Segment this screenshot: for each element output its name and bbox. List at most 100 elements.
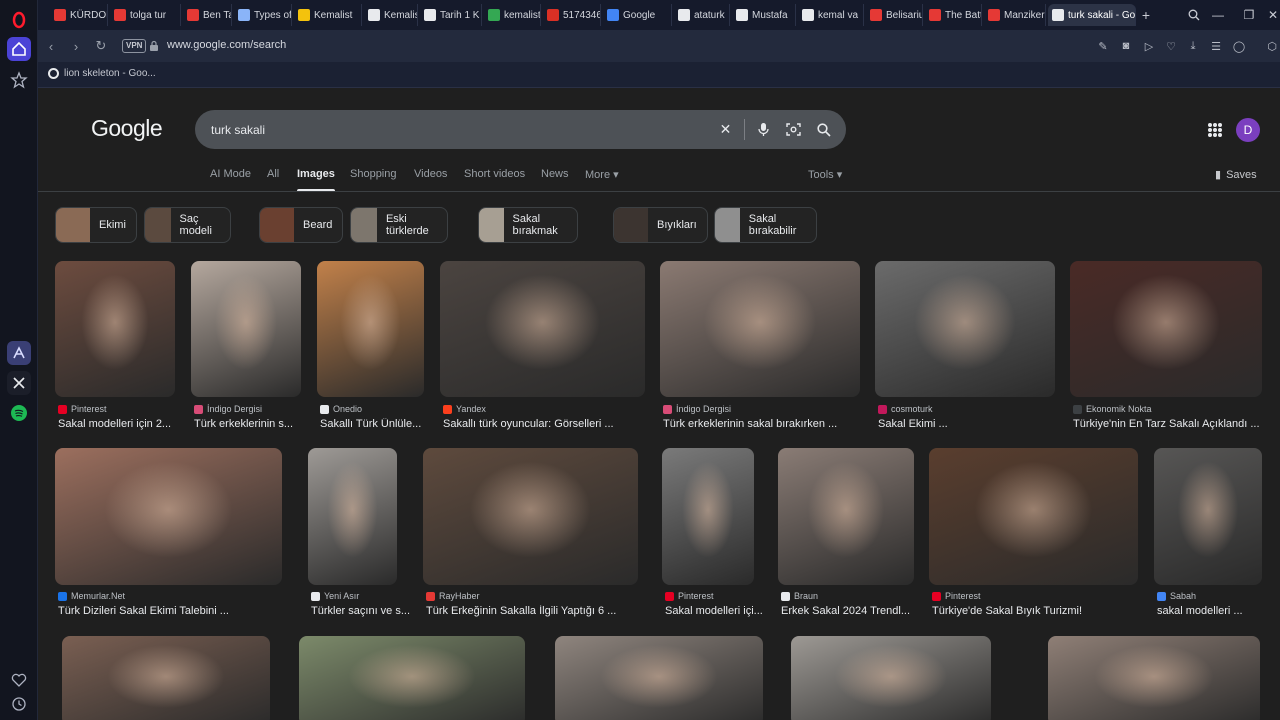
result-caption[interactable]: Türk Dizileri Sakal Ekimi Talebini ...	[58, 605, 285, 617]
star-icon[interactable]	[7, 68, 31, 92]
image-result[interactable]	[440, 261, 645, 397]
related-search-chip[interactable]: Saç modeli	[144, 207, 232, 243]
result-caption[interactable]: Türk Erkeğinin Sakalla İlgili Yaptığı 6 …	[426, 605, 641, 617]
image-result[interactable]	[778, 448, 914, 585]
result-source[interactable]: Onedio	[320, 404, 362, 414]
microphone-icon[interactable]	[755, 121, 772, 138]
related-search-chip[interactable]: Beard	[259, 207, 344, 243]
image-result[interactable]	[62, 636, 270, 720]
browser-tab[interactable]: kemalist	[484, 4, 541, 26]
image-result[interactable]	[555, 636, 763, 720]
spotify-icon[interactable]	[7, 401, 31, 425]
result-source[interactable]: Yandex	[443, 404, 486, 414]
result-caption[interactable]: Türk erkeklerinin sakal bırakırken ...	[663, 418, 863, 430]
related-search-chip[interactable]: Eski türklerde	[350, 207, 448, 243]
browser-tab[interactable]: Manziker	[984, 4, 1046, 26]
search-icon[interactable]	[815, 121, 832, 138]
result-source[interactable]: Memurlar.Net	[58, 591, 125, 601]
filter-tab[interactable]: Videos	[414, 168, 447, 180]
lock-icon[interactable]	[146, 38, 162, 54]
image-result[interactable]	[662, 448, 754, 585]
lens-icon[interactable]	[785, 121, 802, 138]
result-source[interactable]: Pinterest	[665, 591, 714, 601]
browser-tab[interactable]: Kemalist	[294, 4, 362, 26]
related-search-chip[interactable]: Bıyıkları	[613, 207, 708, 243]
send-icon[interactable]: ▷	[1142, 39, 1156, 53]
search-input[interactable]: turk sakali	[211, 123, 265, 137]
minimize-button[interactable]: —	[1209, 6, 1227, 24]
close-window-button[interactable]: ✕	[1264, 6, 1280, 24]
browser-tab[interactable]: 5174346	[543, 4, 601, 26]
result-caption[interactable]: Sakal modelleri için 2...	[58, 418, 178, 430]
browser-tab[interactable]: kemal va	[798, 4, 864, 26]
result-source[interactable]: Braun	[781, 591, 818, 601]
url-field[interactable]: www.google.com/search	[167, 39, 286, 51]
result-caption[interactable]: Türkler saçını ve s...	[311, 605, 431, 617]
browser-tab[interactable]: tolga tur	[110, 4, 181, 26]
back-icon[interactable]: ‹	[43, 38, 59, 54]
tools-button[interactable]: Tools ▾	[808, 168, 842, 181]
image-result[interactable]	[1070, 261, 1262, 397]
browser-tab[interactable]: Mustafa	[732, 4, 796, 26]
filter-tab[interactable]: More ▾	[585, 168, 619, 181]
image-result[interactable]	[55, 261, 175, 397]
filter-tab[interactable]: Images	[297, 168, 335, 192]
home-icon[interactable]	[7, 37, 31, 61]
browser-tab[interactable]: Tarih 1 K	[420, 4, 482, 26]
heart-icon[interactable]	[7, 668, 31, 692]
aria-icon[interactable]	[7, 341, 31, 365]
result-caption[interactable]: Erkek Sakal 2024 Trendl...	[781, 605, 917, 617]
browser-tab[interactable]: Belisariu	[866, 4, 923, 26]
image-result[interactable]	[191, 261, 301, 397]
opera-logo-icon[interactable]	[7, 8, 31, 32]
profile-icon[interactable]: ◯	[1232, 39, 1246, 53]
image-result[interactable]	[1154, 448, 1262, 585]
result-source[interactable]: Pinterest	[932, 591, 981, 601]
result-source[interactable]: Sabah	[1157, 591, 1196, 601]
result-source[interactable]: RayHaber	[426, 591, 480, 601]
extensions-icon[interactable]: ⬡	[1265, 39, 1279, 53]
result-caption[interactable]: Sakallı Türk Ünlüle...	[320, 418, 440, 430]
filter-tab[interactable]: Short videos	[464, 168, 525, 180]
camera-icon[interactable]: ◙	[1119, 39, 1133, 53]
filter-tab[interactable]: All	[267, 168, 279, 180]
browser-tab[interactable]: The Batt	[925, 4, 982, 26]
bookmark-heart-icon[interactable]: ♡	[1164, 39, 1178, 53]
result-caption[interactable]: Türk erkeklerinin s...	[194, 418, 314, 430]
related-search-chip[interactable]: Sakal bırakmak	[478, 207, 579, 243]
image-result[interactable]	[308, 448, 397, 585]
related-search-chip[interactable]: Sakal bırakabilir	[714, 207, 817, 243]
clear-icon[interactable]: ✕	[717, 121, 734, 138]
image-result[interactable]	[791, 636, 991, 720]
filter-tab[interactable]: Shopping	[350, 168, 397, 180]
result-caption[interactable]: Türkiye'de Sakal Bıyık Turizmi!	[932, 605, 1141, 617]
bookmark-item[interactable]: lion skeleton - Goo...	[48, 68, 156, 79]
history-icon[interactable]	[7, 692, 31, 716]
image-result[interactable]	[660, 261, 860, 397]
result-source[interactable]: İndigo Dergisi	[194, 404, 262, 414]
google-logo[interactable]: Google	[91, 115, 163, 142]
image-result[interactable]	[423, 448, 638, 585]
browser-tab[interactable]: KÜRDOF	[50, 4, 108, 26]
browser-tab[interactable]: ataturk	[674, 4, 730, 26]
download-icon[interactable]: ⤓	[1186, 39, 1200, 53]
avatar[interactable]: D	[1236, 118, 1260, 142]
result-caption[interactable]: Sakal Ekimi ...	[878, 418, 1058, 430]
image-result[interactable]	[55, 448, 282, 585]
related-search-chip[interactable]: Ekimi	[55, 207, 137, 243]
result-source[interactable]: Pinterest	[58, 404, 107, 414]
image-result[interactable]	[875, 261, 1055, 397]
search-box[interactable]: turk sakali ✕	[195, 110, 846, 149]
browser-tab[interactable]: Ben Taş	[183, 4, 232, 26]
reload-icon[interactable]: ↻	[93, 38, 109, 54]
result-source[interactable]: Ekonomik Nokta	[1073, 404, 1152, 414]
result-caption[interactable]: Sakallı türk oyuncular: Görselleri ...	[443, 418, 648, 430]
browser-tab[interactable]: Types of	[234, 4, 292, 26]
result-caption[interactable]: Sakal modelleri içi...	[665, 605, 785, 617]
forward-icon[interactable]: ›	[68, 38, 84, 54]
image-result[interactable]	[317, 261, 424, 397]
filter-tab[interactable]: News	[541, 168, 569, 180]
saves-button[interactable]: ▮ Saves	[1215, 168, 1257, 182]
browser-tab[interactable]: Kemalist	[364, 4, 418, 26]
maximize-button[interactable]: ❐	[1240, 6, 1258, 24]
